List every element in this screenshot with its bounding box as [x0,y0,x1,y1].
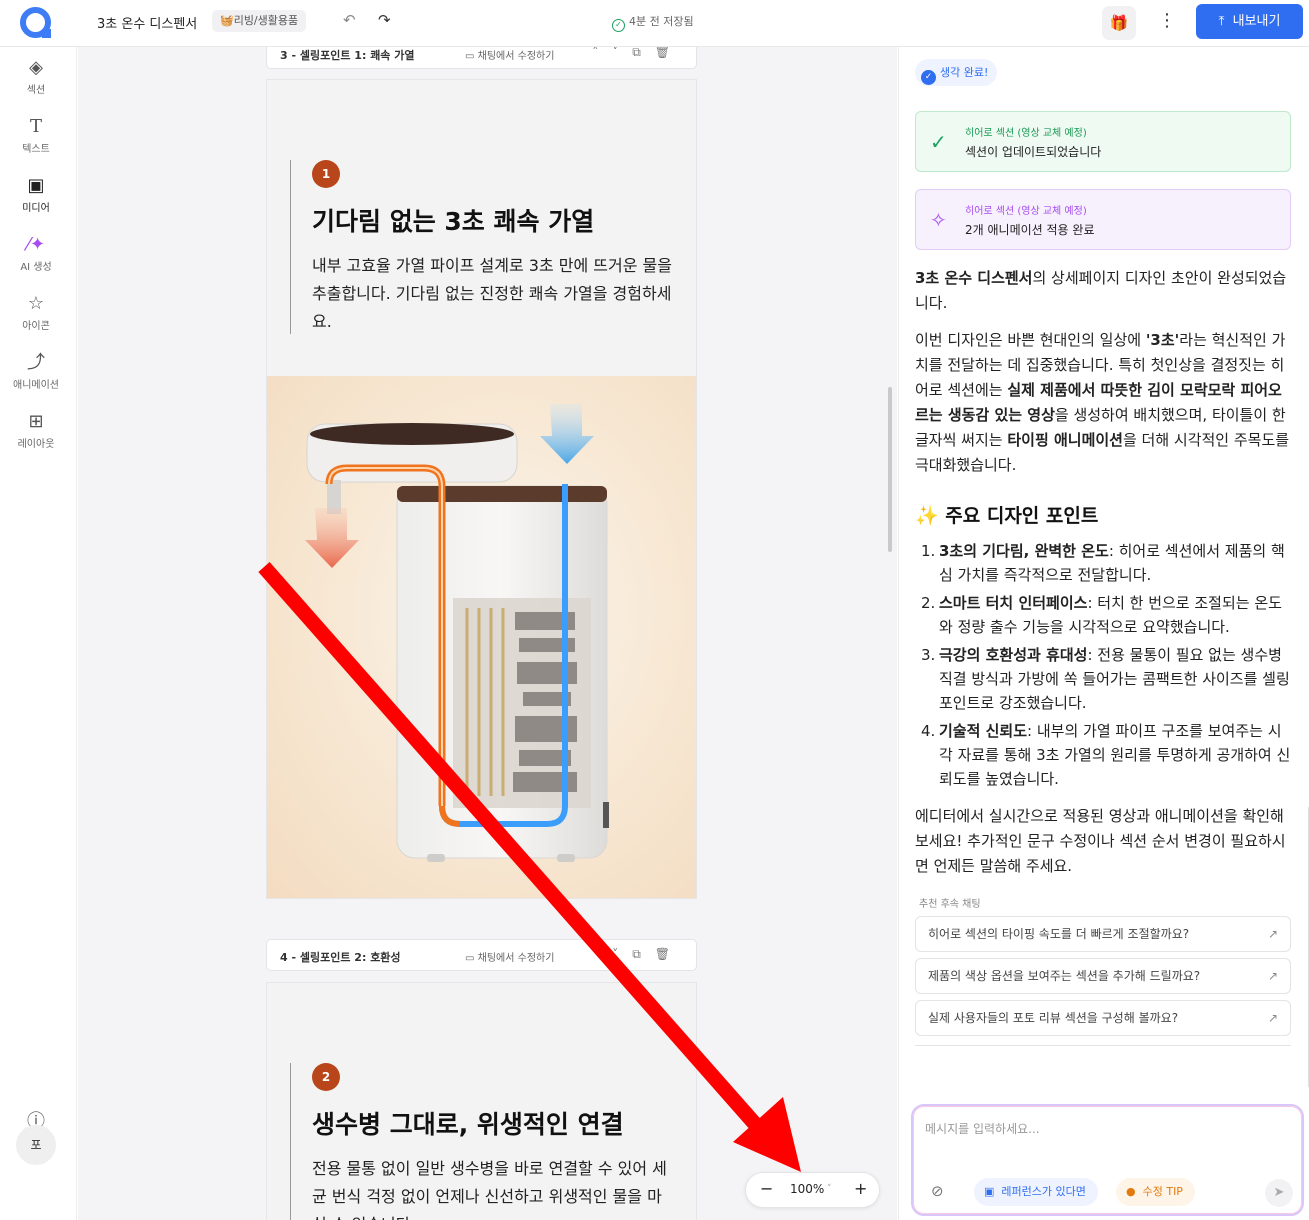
followup-label: 추천 후속 채팅 [919,899,981,910]
status-text: 2개 애니메이션 적용 완료 [965,223,1095,237]
arrow-shaft [258,562,761,1129]
status-kicker: 히어로 섹션 (영상 교체 예정) [965,128,1087,139]
status-text: 섹션이 업데이트되었습니다 [965,145,1102,159]
point-title: 극강의 호환성과 휴대성 [939,646,1088,664]
design-points-heading: ✨ 주요 디자인 포인트 [915,505,1099,527]
list-item: 1. 3초의 기다림, 완벽한 온도: 히어로 섹션에서 제품의 핵심 가치를 즉… [921,539,1295,587]
thinking-badge[interactable]: ✓ 생각 완료! [915,59,998,86]
sparkle-icon: ✧ [930,208,947,232]
list-item: 3. 극강의 호환성과 휴대성: 전용 물통이 필요 없는 생수병 직결 방식과 … [921,643,1295,715]
send-icon: ➤ [1273,1185,1285,1200]
edit-tip-chip[interactable]: ● 수정 TIP [1116,1178,1195,1206]
message-bold: '3초' [1145,331,1180,349]
status-card-animation[interactable]: ✧ 히어로 섹션 (영상 교체 예정) 2개 애니메이션 적용 완료 [915,189,1291,250]
point-title: 스마트 터치 인터페이스 [939,594,1088,612]
check-icon: ✓ [921,70,936,85]
message-bold: 타이핑 애니메이션 [1007,431,1123,449]
list-number: 2. [921,594,936,612]
check-icon: ✓ [930,130,947,154]
arrow-up-right-icon: ↗ [1267,969,1278,983]
list-number: 3. [921,646,936,664]
status-card-updated[interactable]: ✓ 히어로 섹션 (영상 교체 예정) 섹션이 업데이트되었습니다 [915,111,1291,172]
chat-panel: ✓ 생각 완료! ✓ 히어로 섹션 (영상 교체 예정) 섹션이 업데이트되었습니… [898,47,1309,1220]
arrow-up-right-icon: ↗ [1267,1011,1278,1025]
followup-suggestion[interactable]: 실제 사용자들의 포토 리뷰 섹션을 구성해 볼까요? ↗ [915,1000,1291,1036]
message-text: 이번 디자인은 바쁜 현대인의 일상에 [915,331,1146,349]
arrow-up-right-icon: ↗ [1267,927,1278,941]
followup-text: 실제 사용자들의 포토 리뷰 섹션을 구성해 볼까요? [928,1011,1179,1025]
paperclip-icon[interactable]: ⊘ [931,1182,944,1200]
followup-text: 히어로 섹션의 타이핑 속도를 더 빠르게 조절할까요? [928,927,1190,941]
product-name: 3초 온수 디스펜서 [915,269,1033,287]
list-number: 4. [921,722,936,740]
followup-suggestion[interactable]: 히어로 섹션의 타이핑 속도를 더 빠르게 조절할까요? ↗ [915,916,1291,952]
chat-message-detail: 이번 디자인은 바쁜 현대인의 일상에 '3초'라는 혁신적인 가치를 전달하는… [915,328,1293,478]
reference-chip[interactable]: ▣ 레퍼런스가 있다면 [974,1178,1098,1206]
lightbulb-icon: ● [1126,1185,1136,1198]
design-points-list: 1. 3초의 기다림, 완벽한 온도: 히어로 섹션에서 제품의 핵심 가치를 즉… [921,539,1295,795]
image-plus-icon: ▣ [984,1185,995,1198]
point-title: 기술적 신뢰도 [939,722,1028,740]
message-input[interactable]: 메시지를 입력하세요... [925,1120,1040,1137]
reference-chip-label: 레퍼런스가 있다면 [1001,1185,1086,1198]
followup-suggestion[interactable]: 제품의 색상 옵션을 보여주는 섹션을 추가해 드릴까요? ↗ [915,958,1291,994]
thinking-label: 생각 완료! [940,66,989,79]
edit-tip-label: 수정 TIP [1142,1185,1183,1198]
followup-text: 제품의 색상 옵션을 보여주는 섹션을 추가해 드릴까요? [928,969,1201,983]
message-composer[interactable]: 메시지를 입력하세요... ⊘ ▣ 레퍼런스가 있다면 ● 수정 TIP ➤ [911,1104,1304,1216]
point-title: 3초의 기다림, 완벽한 온도 [939,542,1109,560]
list-number: 1. [921,542,936,560]
divider [915,1045,1291,1046]
list-item: 4. 기술적 신뢰도: 내부의 가열 파이프 구조를 보여주는 시각 자료를 통해… [921,719,1295,791]
chat-message-closing: 에디터에서 실시간으로 적용된 영상과 애니메이션을 확인해 보세요! 추가적인… [915,807,1286,875]
list-item: 2. 스마트 터치 인터페이스: 터치 한 번으로 조절되는 온도와 정량 출수 … [921,591,1295,639]
chat-message-intro: 3초 온수 디스펜서의 상세페이지 디자인 초안이 완성되었습니다. [915,266,1293,316]
status-kicker: 히어로 섹션 (영상 교체 예정) [965,206,1087,217]
send-button[interactable]: ➤ [1265,1179,1293,1207]
